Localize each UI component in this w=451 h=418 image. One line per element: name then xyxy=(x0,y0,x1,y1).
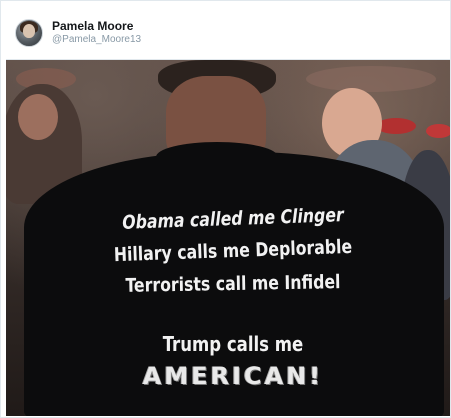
crowd xyxy=(306,66,436,92)
author-display-name[interactable]: Pamela Moore xyxy=(52,19,141,34)
tweet-card: Pamela Moore @Pamela_Moore13 Obama calle… xyxy=(0,0,451,418)
author-handle[interactable]: @Pamela_Moore13 xyxy=(52,34,141,47)
author-info: Pamela Moore @Pamela_Moore13 xyxy=(52,19,141,47)
tshirt-collar xyxy=(156,142,278,172)
red-cap xyxy=(376,118,416,134)
red-cap xyxy=(426,124,450,138)
avatar[interactable] xyxy=(15,19,43,47)
shirt-text-line-5: AMERICAN! xyxy=(142,362,324,390)
bystander-left-head xyxy=(18,94,58,140)
tweet-photo[interactable]: Obama called me Clinger Hillary calls me… xyxy=(6,59,450,416)
tweet-header: Pamela Moore @Pamela_Moore13 xyxy=(15,13,141,53)
avatar-face xyxy=(23,24,35,38)
shirt-text-line-4: Trump calls me xyxy=(162,332,304,356)
